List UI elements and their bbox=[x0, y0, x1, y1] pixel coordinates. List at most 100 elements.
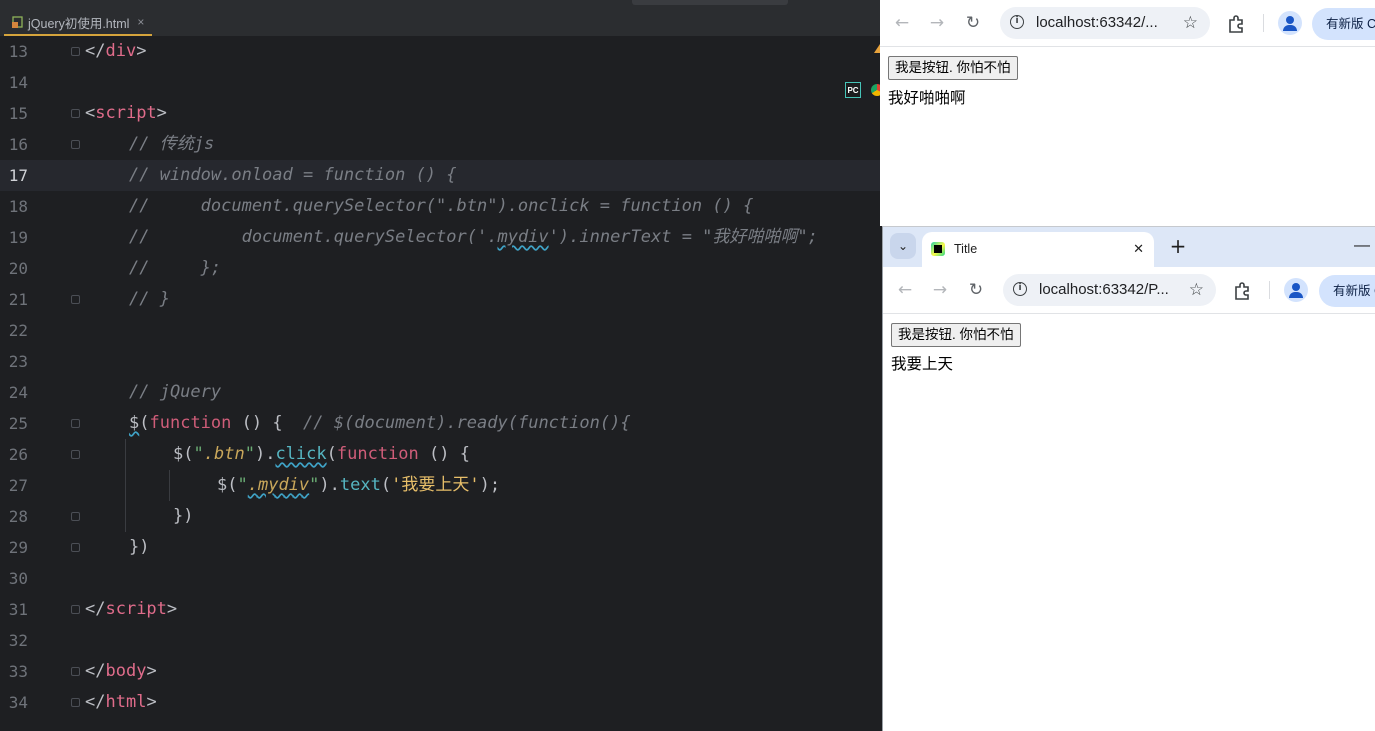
code-line[interactable]: 26 $(".btn").click(function () { bbox=[0, 439, 880, 470]
extensions-icon[interactable] bbox=[1232, 279, 1254, 301]
line-number: 22 bbox=[8, 321, 28, 340]
code-line[interactable]: 23 bbox=[0, 346, 880, 377]
new-version-button[interactable]: 有新版 C bbox=[1312, 8, 1375, 40]
fold-marker-icon[interactable] bbox=[71, 543, 80, 552]
line-number: 18 bbox=[8, 197, 28, 216]
code-line[interactable]: 28}) bbox=[0, 501, 880, 532]
browser-toolbar: ← → ↻ i localhost:63342/... ☆ 有新版 C bbox=[880, 0, 1375, 47]
code-text: // 传统js bbox=[129, 129, 214, 160]
browser-tab[interactable]: Title ✕ bbox=[922, 232, 1154, 267]
line-number: 26 bbox=[8, 445, 28, 464]
toolbar-separator bbox=[1263, 14, 1264, 32]
line-number: 20 bbox=[8, 259, 28, 278]
code-editor[interactable]: jQuery初使用.html × 13 </div> 14 15 <script> 16/… bbox=[0, 0, 880, 730]
info-icon[interactable]: i bbox=[1010, 15, 1024, 29]
code-line[interactable]: 27 $(".mydiv").text('我要上天'); bbox=[0, 470, 880, 501]
new-tab-button[interactable]: + bbox=[1165, 233, 1191, 259]
code-token: // window.onload = function () { bbox=[129, 165, 457, 185]
line-number: 14 bbox=[8, 73, 28, 92]
editor-tab[interactable]: jQuery初使用.html × bbox=[4, 10, 153, 36]
tab-search-icon[interactable]: ⌄ bbox=[890, 233, 916, 259]
back-icon[interactable]: ← bbox=[891, 12, 913, 34]
code-line[interactable]: 20 // }; bbox=[0, 253, 880, 284]
line-number: 34 bbox=[8, 693, 28, 712]
code-area[interactable]: 13 </div> 14 15 <script> 16// 传统js 17// window… bbox=[0, 36, 880, 718]
close-icon[interactable]: × bbox=[137, 15, 144, 29]
fold-marker-icon[interactable] bbox=[71, 47, 80, 56]
star-icon[interactable]: ☆ bbox=[1183, 7, 1198, 39]
code-token: function bbox=[149, 413, 232, 433]
page-button[interactable]: 我是按钮. 你怕不怕 bbox=[888, 56, 1018, 80]
code-token: " bbox=[193, 444, 204, 464]
info-icon[interactable]: i bbox=[1013, 282, 1027, 296]
fold-marker-icon[interactable] bbox=[71, 512, 80, 521]
code-line[interactable]: 33 </body> bbox=[0, 656, 880, 687]
code-line[interactable]: 19 // document.querySelector('.mydiv').in… bbox=[0, 222, 880, 253]
chrome-icon[interactable] bbox=[871, 84, 880, 96]
code-line[interactable]: 16 // 传统js bbox=[0, 129, 880, 160]
close-tab-icon[interactable]: ✕ bbox=[1133, 232, 1144, 267]
fold-marker-icon[interactable] bbox=[71, 698, 80, 707]
address-bar[interactable]: i localhost:63342/... ☆ bbox=[1000, 7, 1210, 39]
code-token: </ bbox=[85, 41, 106, 61]
toolbar-separator bbox=[1269, 281, 1270, 299]
code-token: script bbox=[105, 599, 167, 619]
minimize-button[interactable]: — bbox=[1352, 233, 1372, 259]
code-token: ( bbox=[326, 444, 337, 464]
fold-marker-icon[interactable] bbox=[71, 295, 80, 304]
code-line[interactable]: 34 </html> bbox=[0, 687, 880, 718]
pycharm-icon[interactable]: PC bbox=[845, 82, 861, 98]
line-number: 30 bbox=[8, 569, 28, 588]
reload-icon[interactable]: ↻ bbox=[962, 12, 984, 34]
page-content: 我是按钮. 你怕不怕 我要上天 bbox=[883, 314, 1375, 731]
extensions-icon[interactable] bbox=[1226, 12, 1248, 34]
code-line[interactable]: 30 bbox=[0, 563, 880, 594]
fold-marker-icon[interactable] bbox=[71, 667, 80, 676]
code-token: div bbox=[105, 41, 137, 61]
code-line[interactable]: 29}) bbox=[0, 532, 880, 563]
profile-avatar-icon[interactable] bbox=[1278, 11, 1302, 35]
reload-icon[interactable]: ↻ bbox=[965, 279, 987, 301]
code-line[interactable]: 31 </script> bbox=[0, 594, 880, 625]
editor-tab-bar: jQuery初使用.html × bbox=[0, 0, 880, 36]
code-token: text bbox=[339, 475, 381, 495]
code-line[interactable]: 18 // document.querySelector(".btn").oncl… bbox=[0, 191, 880, 222]
star-icon[interactable]: ☆ bbox=[1189, 274, 1204, 306]
page-button[interactable]: 我是按钮. 你怕不怕 bbox=[891, 323, 1021, 347]
code-token: // document.querySelector(".btn").onclic… bbox=[129, 196, 754, 216]
forward-icon[interactable]: → bbox=[929, 279, 951, 301]
code-token: // }; bbox=[129, 258, 222, 278]
code-text: </div> bbox=[85, 36, 146, 67]
code-token: </ bbox=[85, 661, 106, 681]
code-text: // window.onload = function () { bbox=[129, 160, 457, 191]
fold-marker-icon[interactable] bbox=[71, 450, 80, 459]
code-text: $(function () { // $(document).ready(fun… bbox=[129, 408, 631, 439]
code-line[interactable]: 17 // window.onload = function () { bbox=[0, 160, 880, 191]
code-line[interactable]: 14 bbox=[0, 67, 880, 98]
code-line[interactable]: 13 </div> bbox=[0, 36, 880, 67]
code-token: ( bbox=[380, 475, 392, 495]
code-line[interactable]: 21 // } bbox=[0, 284, 880, 315]
code-line[interactable]: 15 <script> bbox=[0, 98, 880, 129]
browser-tab-title: Title bbox=[954, 242, 978, 256]
code-text: // document.querySelector('.mydiv').inne… bbox=[129, 222, 818, 253]
fold-marker-icon[interactable] bbox=[71, 419, 80, 428]
fold-marker-icon[interactable] bbox=[71, 109, 80, 118]
code-token: ( bbox=[139, 413, 150, 433]
back-icon[interactable]: ← bbox=[894, 279, 916, 301]
code-text: // }; bbox=[129, 253, 221, 284]
line-number: 31 bbox=[8, 600, 28, 619]
address-bar[interactable]: i localhost:63342/P... ☆ bbox=[1003, 274, 1216, 306]
code-line[interactable]: 32 bbox=[0, 625, 880, 656]
fold-marker-icon[interactable] bbox=[71, 605, 80, 614]
page-content: 我是按钮. 你怕不怕 我好啪啪啊 bbox=[880, 47, 1375, 226]
line-number: 19 bbox=[8, 228, 28, 247]
code-text: // } bbox=[129, 284, 170, 315]
fold-marker-icon[interactable] bbox=[71, 140, 80, 149]
code-line[interactable]: 22 bbox=[0, 315, 880, 346]
forward-icon[interactable]: → bbox=[926, 12, 948, 34]
code-line[interactable]: 25 $(function () { // $(document).ready(f… bbox=[0, 408, 880, 439]
profile-avatar-icon[interactable] bbox=[1284, 278, 1308, 302]
new-version-button[interactable]: 有新版 C bbox=[1319, 275, 1375, 307]
code-line[interactable]: 24 // jQuery bbox=[0, 377, 880, 408]
